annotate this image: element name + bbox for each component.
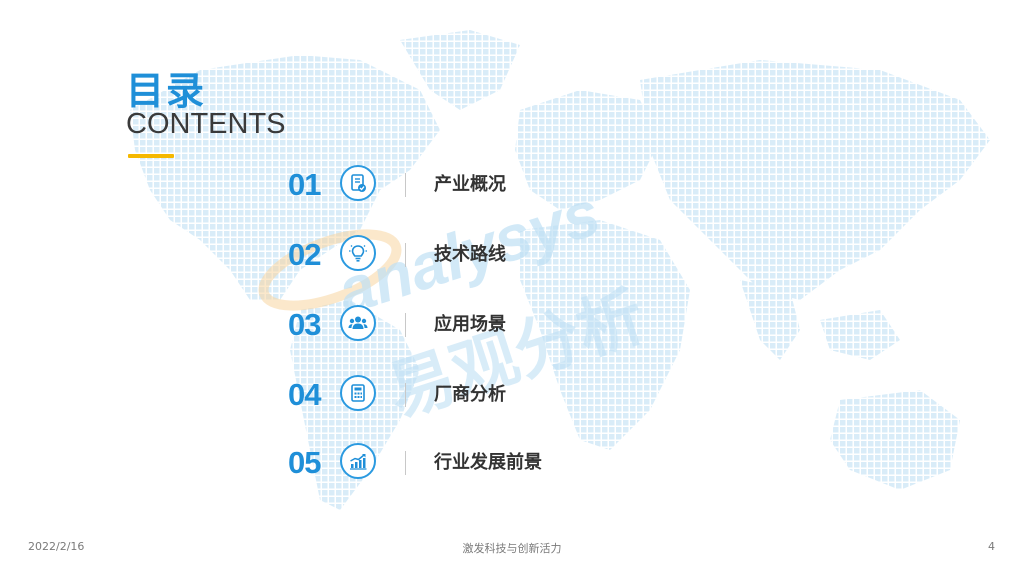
users-group-icon — [340, 305, 376, 341]
toc-label: 行业发展前景 — [434, 452, 542, 473]
page-title-cn: 目录 — [126, 69, 207, 113]
toc-item-2[interactable]: 02 技术路线 — [288, 233, 608, 277]
toc-label: 产业概况 — [434, 174, 506, 195]
toc-item-1[interactable]: 01 产业概况 — [288, 163, 608, 207]
toc-number: 05 — [288, 445, 321, 480]
calculator-icon — [340, 375, 376, 411]
toc-number: 02 — [288, 237, 321, 272]
footer-slogan: 激发科技与创新活力 — [462, 542, 562, 555]
toc-label: 技术路线 — [434, 244, 506, 265]
page-title-en: CONTENTS — [126, 108, 286, 140]
growth-chart-icon — [340, 443, 376, 479]
toc-label: 应用场景 — [434, 314, 506, 335]
page-number: 4 — [988, 540, 995, 553]
toc-item-5[interactable]: 05 行业发展前景 — [288, 441, 608, 485]
toc-item-4[interactable]: 04 厂商分析 — [288, 373, 608, 417]
toc-divider — [405, 173, 406, 197]
toc-label: 厂商分析 — [434, 384, 506, 405]
toc-divider — [405, 451, 406, 475]
toc-number: 04 — [288, 377, 321, 412]
document-check-icon — [340, 165, 376, 201]
toc-divider — [405, 383, 406, 407]
toc-divider — [405, 243, 406, 267]
toc-item-3[interactable]: 03 应用场景 — [288, 303, 608, 347]
lightbulb-icon — [340, 235, 376, 271]
title-accent-bar — [128, 154, 174, 158]
toc-number: 03 — [288, 307, 321, 342]
toc-divider — [405, 313, 406, 337]
toc-number: 01 — [288, 167, 321, 202]
